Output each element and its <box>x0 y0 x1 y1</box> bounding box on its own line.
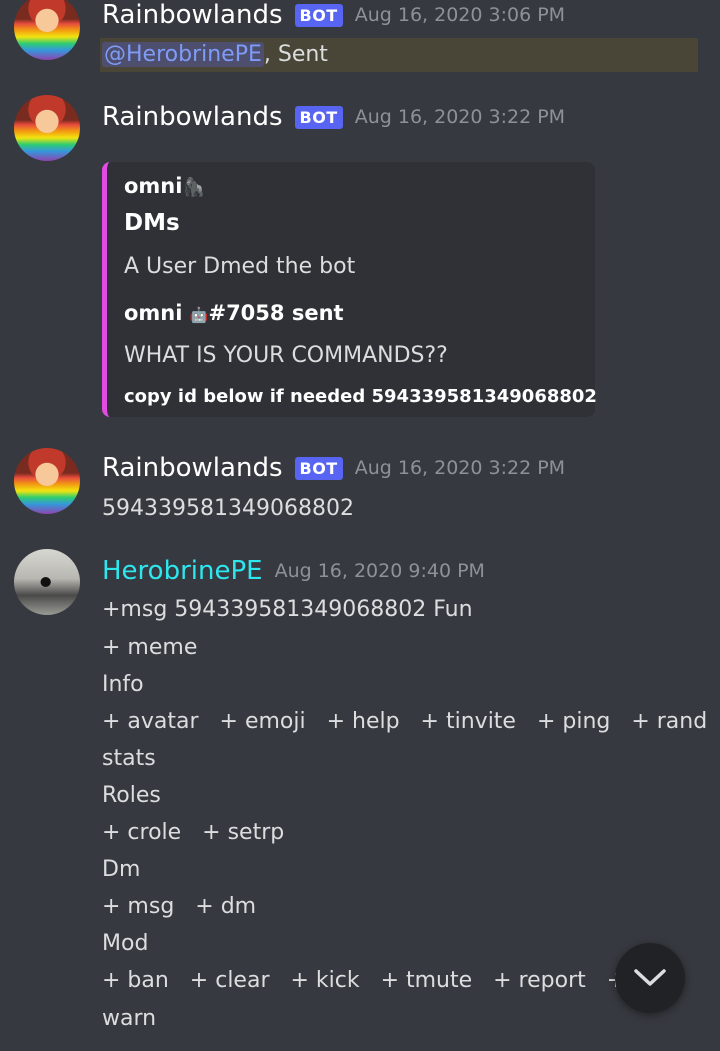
message-header: Rainbowlands BOT Aug 16, 2020 3:22 PM <box>102 102 565 132</box>
timestamp[interactable]: Aug 16, 2020 3:06 PM <box>355 4 565 26</box>
message-content: 594339581349068802 <box>102 496 354 521</box>
timestamp[interactable]: Aug 16, 2020 3:22 PM <box>355 457 565 479</box>
embed-author: omni🦍 <box>124 174 205 198</box>
gorilla-icon: 🦍 <box>182 177 205 198</box>
bot-badge: BOT <box>294 456 343 480</box>
message-line: +msg 594339581349068802 Fun <box>102 597 473 622</box>
message-line: Mod <box>102 931 149 956</box>
username[interactable]: Rainbowlands <box>102 453 283 483</box>
message-line: warn <box>102 1006 157 1031</box>
message-content: @HerobrinePE, Sent <box>102 42 328 67</box>
embed: omni🦍 DMs A User Dmed the bot omni 🤖#705… <box>102 162 597 417</box>
message-line: stats <box>102 746 156 771</box>
message-line: + msg + dm <box>102 894 257 919</box>
avatar[interactable] <box>14 549 80 615</box>
username[interactable]: HerobrinePE <box>102 556 263 586</box>
jump-to-bottom-button[interactable] <box>615 943 685 1013</box>
embed-field-value: WHAT IS YOUR COMMANDS?? <box>124 343 448 368</box>
message-line: + crole + setrp <box>102 820 285 845</box>
message-line: + avatar + emoji + help + tinvite + ping… <box>102 709 720 734</box>
message-header: Rainbowlands BOT Aug 16, 2020 3:22 PM <box>102 453 565 483</box>
message-text: , Sent <box>263 42 328 67</box>
bot-badge: BOT <box>294 105 343 129</box>
user-mention[interactable]: @HerobrinePE <box>102 42 264 67</box>
message-line: + ban + clear + kick + tmute + report + … <box>102 968 622 993</box>
message-line: + meme <box>102 635 198 660</box>
timestamp[interactable]: Aug 16, 2020 3:22 PM <box>355 106 565 128</box>
message-header: Rainbowlands BOT Aug 16, 2020 3:06 PM <box>102 0 565 30</box>
username[interactable]: Rainbowlands <box>102 102 283 132</box>
avatar[interactable] <box>14 95 80 161</box>
avatar[interactable] <box>14 0 80 60</box>
message-line: Info <box>102 672 144 697</box>
message-line: Roles <box>102 783 161 808</box>
timestamp[interactable]: Aug 16, 2020 9:40 PM <box>275 560 485 582</box>
embed-field-name: omni 🤖#7058 sent <box>124 301 344 325</box>
chevron-down-icon <box>634 969 666 986</box>
avatar[interactable] <box>14 448 80 514</box>
message-line: Dm <box>102 857 141 882</box>
embed-title: DMs <box>124 210 180 236</box>
message-header: HerobrinePE Aug 16, 2020 9:40 PM <box>102 556 485 586</box>
embed-description: A User Dmed the bot <box>124 254 356 279</box>
username[interactable]: Rainbowlands <box>102 0 283 30</box>
bot-badge: BOT <box>294 3 343 27</box>
embed-footer: copy id below if needed 5943395813490688… <box>124 386 597 407</box>
robot-icon: 🤖 <box>189 306 209 324</box>
